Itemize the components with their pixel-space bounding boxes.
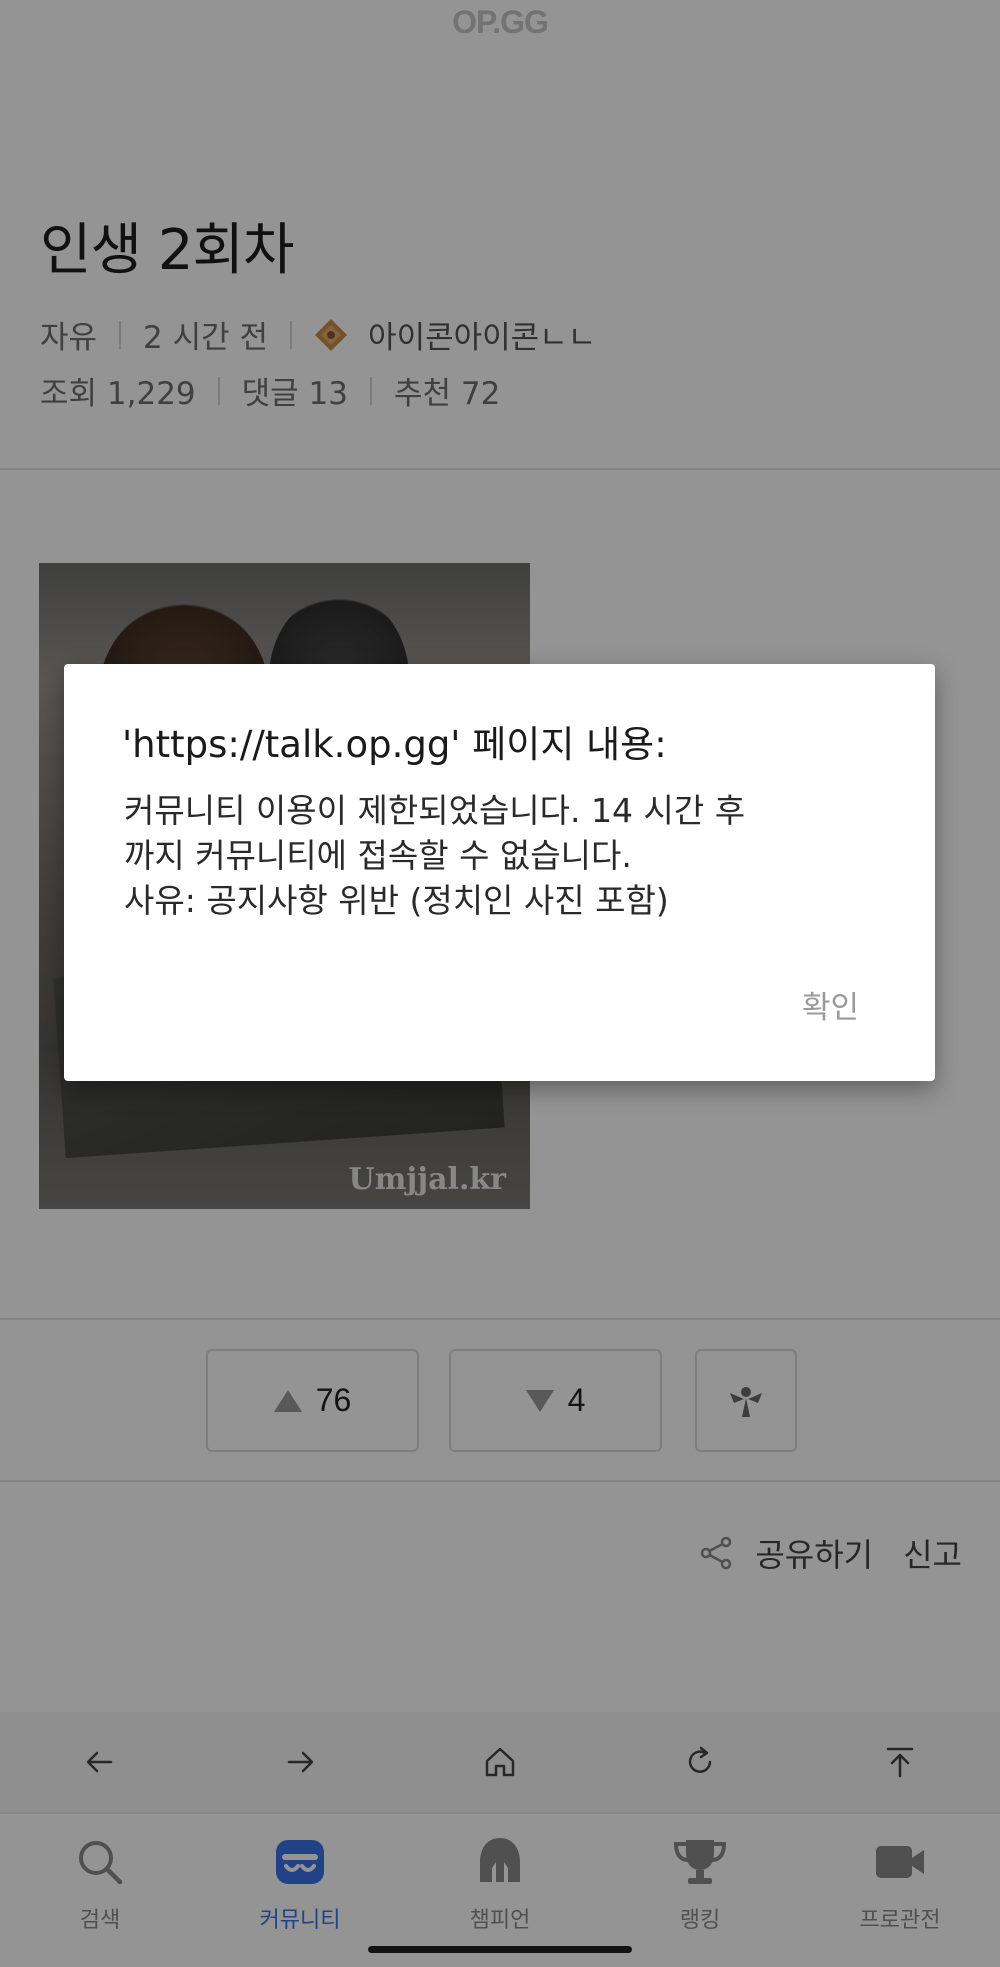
dialog-message: 커뮤니티 이용이 제한되었습니다. 14 시간 후 까지 커뮤니티에 접속할 수… xyxy=(124,788,894,923)
alert-dialog: 'https://talk.op.gg' 페이지 내용: 커뮤니티 이용이 제한… xyxy=(64,664,935,1081)
dialog-message-line: 사유: 공지사항 위반 (정치인 사진 포함) xyxy=(124,881,669,920)
confirm-button[interactable]: 확인 xyxy=(802,982,859,1027)
dialog-message-line: 까지 커뮤니티에 접속할 수 없습니다. xyxy=(124,836,632,875)
dialog-message-line: 커뮤니티 이용이 제한되었습니다. 14 시간 후 xyxy=(124,791,746,830)
dialog-title: 'https://talk.op.gg' 페이지 내용: xyxy=(122,723,667,766)
